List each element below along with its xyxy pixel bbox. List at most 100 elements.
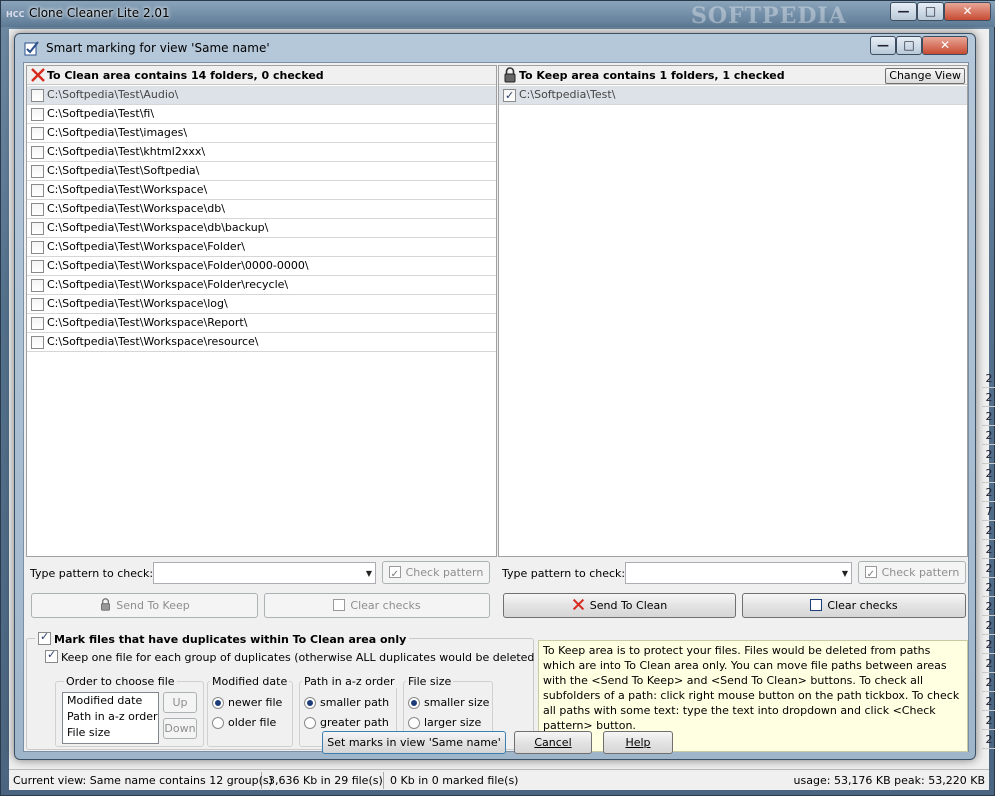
cancel-button[interactable]: Cancel xyxy=(514,731,592,754)
main-window-title: Clone Cleaner Lite 2.01 xyxy=(29,6,170,20)
lock-icon xyxy=(101,598,111,611)
change-view-button[interactable]: Change View xyxy=(885,68,965,84)
clean-pattern-label: Type pattern to check: xyxy=(30,567,154,580)
to-keep-list[interactable]: C:\Softpedia\Test\ xyxy=(499,86,967,105)
dialog-titlebar[interactable]: Smart marking for view 'Same name' — □ ✕ xyxy=(15,34,975,60)
order-down-button[interactable]: Down xyxy=(163,718,197,739)
path-checkbox[interactable] xyxy=(31,317,44,330)
keep-pattern-dropdown[interactable]: ▼ xyxy=(625,562,852,584)
background-list-value: 2 xyxy=(982,483,995,502)
main-maximize-button[interactable]: □ xyxy=(917,2,944,21)
order-item[interactable]: File size xyxy=(63,725,158,741)
list-item[interactable]: C:\Softpedia\Test\Audio\ xyxy=(27,86,496,105)
clean-clear-checks-button[interactable]: Clear checks xyxy=(264,593,490,618)
keep-clear-checks-button[interactable]: Clear checks xyxy=(742,593,966,618)
list-item[interactable]: C:\Softpedia\Test\Workspace\db\ xyxy=(27,200,496,219)
list-item[interactable]: C:\Softpedia\Test\Workspace\Report\ xyxy=(27,314,496,333)
larger-size-radio[interactable]: larger size xyxy=(408,716,481,729)
path-checkbox[interactable] xyxy=(31,298,44,311)
checkbox-icon xyxy=(864,564,877,585)
red-x-icon xyxy=(572,598,584,611)
list-item[interactable]: C:\Softpedia\Test\ xyxy=(499,86,967,105)
background-list-value: 2 xyxy=(982,692,995,711)
order-up-button[interactable]: Up xyxy=(163,692,197,713)
path-checkbox[interactable] xyxy=(31,260,44,273)
minimize-icon: — xyxy=(877,38,889,52)
older-file-label: older file xyxy=(228,716,277,729)
to-keep-header-text: To Keep area contains 1 folders, 1 check… xyxy=(519,69,785,82)
to-clean-header-text: To Clean area contains 14 folders, 0 che… xyxy=(47,69,324,82)
greater-path-radio[interactable]: greater path xyxy=(304,716,389,729)
checkbox-icon xyxy=(333,599,346,611)
path-checkbox[interactable] xyxy=(31,184,44,197)
background-list-value: 2 xyxy=(982,521,995,540)
keep-check-pattern-button[interactable]: Check pattern xyxy=(858,561,966,585)
list-item[interactable]: C:\Softpedia\Test\fi\ xyxy=(27,105,496,124)
help-button[interactable]: Help xyxy=(603,731,673,754)
list-item[interactable]: C:\Softpedia\Test\Workspace\Folder\ xyxy=(27,238,496,257)
order-group: Order to choose file Modified date Path … xyxy=(55,675,204,747)
clean-check-pattern-label: Check pattern xyxy=(405,566,484,579)
dialog-title: Smart marking for view 'Same name' xyxy=(46,41,270,55)
path-text: C:\Softpedia\Test\Workspace\log\ xyxy=(47,297,228,310)
clean-pattern-dropdown[interactable]: ▼ xyxy=(153,562,376,584)
path-checkbox[interactable] xyxy=(31,203,44,216)
list-item[interactable]: C:\Softpedia\Test\Workspace\resource\ xyxy=(27,333,496,352)
send-to-clean-button[interactable]: Send To Clean xyxy=(503,593,736,618)
path-text: C:\Softpedia\Test\Audio\ xyxy=(47,88,179,101)
smart-marking-dialog: Smart marking for view 'Same name' — □ ✕… xyxy=(14,33,976,760)
path-checkbox[interactable] xyxy=(31,241,44,254)
status-marked: 0 Kb in 0 marked file(s) xyxy=(390,774,519,787)
background-list-value: 2 xyxy=(982,673,995,692)
main-minimize-button[interactable]: — xyxy=(890,2,917,21)
path-checkbox[interactable] xyxy=(31,336,44,349)
main-titlebar[interactable]: HCC Clone Cleaner Lite 2.01 SOFTPEDIA — … xyxy=(1,1,995,29)
minimize-icon: — xyxy=(897,4,910,18)
background-list-value: 2 xyxy=(982,635,995,654)
set-marks-button[interactable]: Set marks in view 'Same name' xyxy=(322,731,506,754)
list-item[interactable]: C:\Softpedia\Test\images\ xyxy=(27,124,496,143)
dialog-close-button[interactable]: ✕ xyxy=(922,36,968,55)
larger-size-label: larger size xyxy=(424,716,482,729)
path-text: C:\Softpedia\Test\fi\ xyxy=(47,107,155,120)
path-checkbox[interactable] xyxy=(31,279,44,292)
dialog-minimize-button[interactable]: — xyxy=(870,36,896,55)
to-clean-list[interactable]: C:\Softpedia\Test\Audio\ C:\Softpedia\Tes… xyxy=(27,86,496,352)
smaller-path-radio[interactable]: smaller path xyxy=(304,696,389,709)
path-checkbox[interactable] xyxy=(31,89,44,102)
main-close-button[interactable]: ✕ xyxy=(944,2,991,21)
list-item[interactable]: C:\Softpedia\Test\Workspace\Folder\0000-… xyxy=(27,257,496,276)
path-text: C:\Softpedia\Test\Workspace\Folder\recyc… xyxy=(47,278,289,291)
to-keep-header: To Keep area contains 1 folders, 1 check… xyxy=(499,66,967,85)
keep-one-checkbox[interactable]: Keep one file for each group of duplicat… xyxy=(45,648,551,664)
maximize-icon: □ xyxy=(903,38,915,52)
path-checkbox[interactable] xyxy=(31,127,44,140)
path-checkbox[interactable] xyxy=(31,165,44,178)
path-checkbox[interactable] xyxy=(31,222,44,235)
path-checkbox[interactable] xyxy=(31,146,44,159)
clean-check-pattern-button[interactable]: Check pattern xyxy=(382,561,490,585)
order-group-title: Order to choose file xyxy=(64,675,177,688)
list-item[interactable]: C:\Softpedia\Test\Workspace\db\backup\ xyxy=(27,219,496,238)
older-file-radio[interactable]: older file xyxy=(212,716,276,729)
send-to-keep-button[interactable]: Send To Keep xyxy=(31,593,258,618)
background-list-column: 22222227222222222222 xyxy=(982,369,995,749)
order-item[interactable]: Modified date xyxy=(63,693,158,709)
order-item[interactable]: Path in a-z order xyxy=(63,709,158,725)
list-item[interactable]: C:\Softpedia\Test\Workspace\Folder\recyc… xyxy=(27,276,496,295)
dialog-maximize-button[interactable]: □ xyxy=(896,36,922,55)
background-list-value: 2 xyxy=(982,730,995,749)
smaller-path-label: smaller path xyxy=(320,696,390,709)
modified-date-title: Modified date xyxy=(210,675,290,688)
order-listbox[interactable]: Modified date Path in a-z order File siz… xyxy=(62,692,159,744)
smaller-size-radio[interactable]: smaller size xyxy=(408,696,489,709)
list-item[interactable]: C:\Softpedia\Test\khtml2xxx\ xyxy=(27,143,496,162)
background-list-value: 2 xyxy=(982,407,995,426)
list-item[interactable]: C:\Softpedia\Test\Workspace\ xyxy=(27,181,496,200)
mark-duplicates-checkbox[interactable]: Mark files that have duplicates within T… xyxy=(35,630,410,646)
path-checkbox[interactable] xyxy=(31,108,44,121)
list-item[interactable]: C:\Softpedia\Test\Softpedia\ xyxy=(27,162,496,181)
newer-file-radio[interactable]: newer file xyxy=(212,696,282,709)
path-checkbox[interactable] xyxy=(503,87,516,105)
list-item[interactable]: C:\Softpedia\Test\Workspace\log\ xyxy=(27,295,496,314)
